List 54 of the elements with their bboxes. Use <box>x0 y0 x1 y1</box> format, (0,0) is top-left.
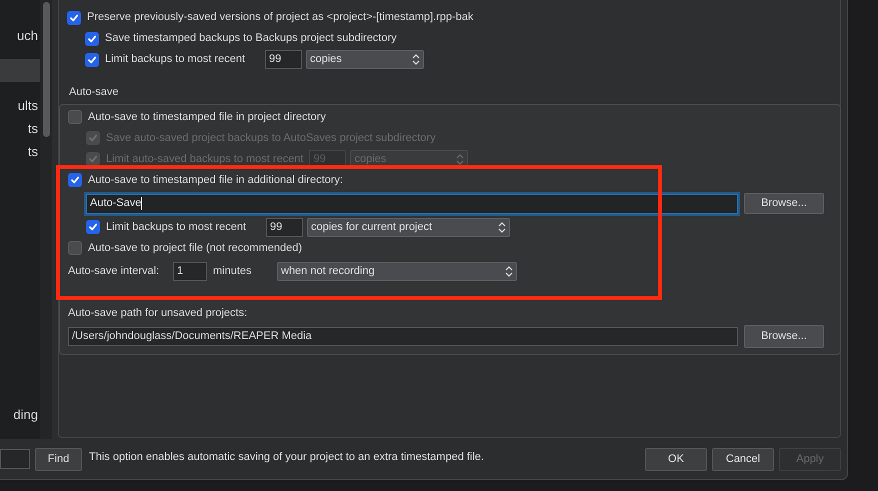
mode-select[interactable]: when not recording <box>277 262 517 281</box>
count-field[interactable]: 99 <box>265 50 302 69</box>
option-label: Save timestamped backups to Backups project subdirectory <box>105 31 397 46</box>
checkmark-icon <box>69 12 79 22</box>
browse-button[interactable]: Browse... <box>744 325 824 348</box>
checkmark-icon <box>88 133 98 143</box>
directory-field[interactable]: Auto-Save <box>86 194 738 214</box>
option-label: Limit backups to most recent <box>105 52 246 68</box>
dialog-button[interactable]: Cancel <box>712 448 774 471</box>
option-label: Limit backups to most recent <box>106 220 248 235</box>
checkbox[interactable] <box>67 10 81 24</box>
interval-field[interactable]: 1 <box>173 262 207 281</box>
chevron-updown-icon <box>456 154 464 164</box>
minutes-label: minutes <box>213 264 253 280</box>
path-label: Auto-save path for unsaved projects: <box>68 306 248 320</box>
checkbox[interactable] <box>86 220 100 234</box>
option-label: Auto-save to timestamped file in additional directory: <box>88 172 343 188</box>
option-label: Auto-save to timestamped file in project directory <box>88 110 326 125</box>
text-cursor <box>141 197 142 210</box>
chevron-updown-icon <box>498 222 506 232</box>
checkmark-icon <box>70 175 80 185</box>
checkbox[interactable] <box>85 32 99 46</box>
sidebar-item[interactable]: ts <box>0 117 40 140</box>
checkmark-icon <box>88 154 98 164</box>
option-label: Save auto-saved project backups to AutoSaves project subdirectory <box>106 130 436 146</box>
checkbox[interactable] <box>68 110 82 124</box>
option-label: Limit auto-saved backups to most recent <box>106 152 304 167</box>
unit-select[interactable]: copies for current project <box>307 218 510 236</box>
section-title: Auto-save <box>69 85 120 100</box>
option-label: Auto-save to project file (not recommended) <box>88 240 302 256</box>
sidebar-item[interactable]: uch <box>0 24 40 47</box>
interval-label: Auto-save interval: <box>68 264 160 280</box>
sidebar-item[interactable]: ding <box>0 403 40 426</box>
sidebar-item[interactable]: ults <box>0 94 40 117</box>
checkmark-icon <box>87 34 97 44</box>
checkmark-icon <box>87 54 97 64</box>
dialog-button[interactable]: OK <box>645 448 707 471</box>
checkmark-icon <box>88 222 98 232</box>
scrollbar-thumb[interactable] <box>42 2 50 137</box>
search-field[interactable] <box>0 449 30 470</box>
option-label: Preserve previously-saved versions of project as <project>-[timestamp].rpp-bak <box>87 10 474 26</box>
chevron-updown-icon <box>412 54 420 65</box>
chevron-updown-icon <box>505 266 513 277</box>
sidebar-item[interactable]: ts <box>0 140 40 163</box>
path-field[interactable]: /Users/johndouglass/Documents/REAPER Media <box>68 327 738 346</box>
browse-button[interactable]: Browse... <box>744 193 824 214</box>
scrollbar[interactable] <box>40 0 52 440</box>
find-button[interactable]: Find <box>35 448 82 471</box>
checkbox[interactable] <box>68 173 82 187</box>
count-field[interactable]: 99 <box>266 218 303 236</box>
hint-text: This option enables automatic saving of your project to an extra timestamped file. <box>89 450 485 466</box>
checkbox[interactable] <box>68 241 82 255</box>
checkbox[interactable] <box>85 52 99 66</box>
unit-select[interactable]: copies <box>306 50 424 69</box>
